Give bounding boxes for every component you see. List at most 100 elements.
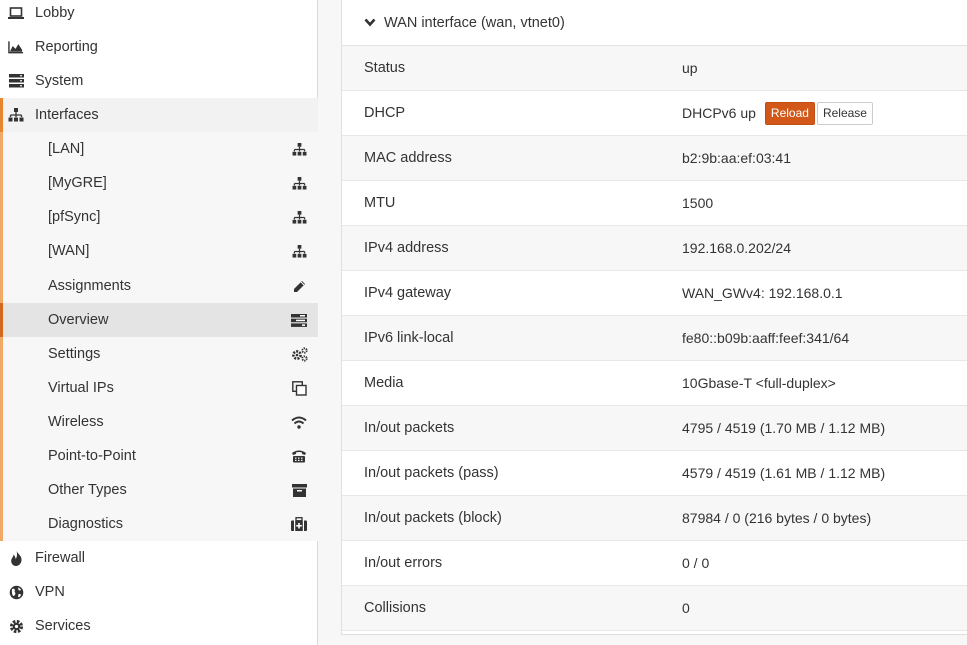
row-value: 4795 / 4519 (1.70 MB / 1.12 MB)	[682, 420, 886, 436]
nav-system-label: System	[35, 73, 84, 89]
row-key: MTU	[364, 195, 396, 211]
nav-services[interactable]: Services	[0, 609, 318, 643]
table-row: IPv4 address 192.168.0.202/24	[342, 226, 967, 271]
table-row: IPv4 gateway WAN_GWv4: 192.168.0.1	[342, 271, 967, 316]
row-key: MAC address	[364, 150, 452, 166]
nav-vpn-label: VPN	[35, 584, 65, 600]
sidebar-item-lan[interactable]: [LAN]	[3, 132, 318, 166]
nav-reporting[interactable]: Reporting	[0, 30, 318, 64]
pencil-icon	[290, 278, 308, 294]
interface-overview-panel: WAN interface (wan, vtnet0) Status up DH…	[341, 0, 967, 635]
nav-interfaces-label: Interfaces	[35, 107, 99, 123]
row-key: DHCP	[364, 105, 406, 121]
area-chart-icon	[8, 39, 24, 55]
row-key: IPv4 address	[364, 240, 449, 256]
sidebar-item-label: Virtual IPs	[48, 380, 114, 396]
sitemap-icon	[290, 243, 308, 259]
cog-icon	[8, 618, 24, 634]
table-row: Media 10Gbase-T <full-duplex>	[342, 361, 967, 406]
interface-details-table: Status up DHCP DHCPv6 up Reload Release …	[342, 46, 967, 631]
table-row: In/out packets (block) 87984 / 0 (216 by…	[342, 496, 967, 541]
chevron-down-icon[interactable]	[364, 18, 376, 27]
sitemap-icon	[290, 175, 308, 191]
sitemap-icon	[290, 209, 308, 225]
interfaces-submenu: [LAN] [MyGRE] [pfSync] [WAN] Assignments	[0, 132, 318, 541]
sidebar-item-wan[interactable]: [WAN]	[3, 234, 318, 268]
row-key: In/out packets	[364, 420, 455, 436]
row-key: Media	[364, 375, 404, 391]
wifi-icon	[290, 414, 308, 430]
nav-lobby[interactable]: Lobby	[0, 0, 318, 30]
table-row: MAC address b2:9b:aa:ef:03:41	[342, 136, 967, 181]
row-value-dhcp: DHCPv6 up Reload Release	[682, 101, 873, 125]
table-row: IPv6 link-local fe80::b09b:aaff:feef:341…	[342, 316, 967, 361]
panel-header[interactable]: WAN interface (wan, vtnet0)	[342, 0, 967, 46]
nav-system[interactable]: System	[0, 64, 318, 98]
reload-button[interactable]: Reload	[764, 101, 815, 125]
row-value: fe80::b09b:aaff:feef:341/64	[682, 330, 850, 346]
sidebar: Lobby Reporting System Interfaces [LAN] …	[0, 0, 318, 645]
sitemap-icon	[8, 107, 24, 123]
laptop-icon	[8, 5, 24, 21]
dhcp-status: DHCPv6 up	[682, 105, 756, 121]
sidebar-item-point-to-point[interactable]: Point-to-Point	[3, 439, 318, 473]
fax-icon	[290, 448, 308, 464]
sidebar-item-virtual-ips[interactable]: Virtual IPs	[3, 371, 318, 405]
panel-title: WAN interface (wan, vtnet0)	[384, 14, 565, 31]
table-row: MTU 1500	[342, 181, 967, 226]
sidebar-item-label: [pfSync]	[48, 209, 101, 225]
nav-lobby-label: Lobby	[35, 5, 75, 21]
sidebar-item-label: Diagnostics	[48, 516, 123, 532]
table-row: Status up	[342, 46, 967, 91]
table-row: In/out errors 0 / 0	[342, 541, 967, 586]
sidebar-item-pfsync[interactable]: [pfSync]	[3, 200, 318, 234]
sidebar-item-label: [LAN]	[48, 141, 85, 157]
globe-icon	[8, 584, 24, 600]
selected-marker	[0, 303, 3, 337]
fire-icon	[8, 550, 24, 566]
sitemap-icon	[290, 141, 308, 157]
table-row: Collisions 0	[342, 586, 967, 631]
row-value: 0	[682, 600, 690, 616]
row-key: In/out errors	[364, 555, 443, 571]
sidebar-item-label: Other Types	[48, 482, 127, 498]
server-icon	[8, 73, 24, 89]
sidebar-item-label: Overview	[48, 312, 109, 328]
row-key: Status	[364, 60, 406, 76]
row-value: 87984 / 0 (216 bytes / 0 bytes)	[682, 510, 872, 526]
tasks-icon	[290, 312, 308, 328]
row-value: WAN_GWv4: 192.168.0.1	[682, 285, 843, 301]
sidebar-item-diagnostics[interactable]: Diagnostics	[3, 507, 318, 541]
table-row: In/out packets (pass) 4579 / 4519 (1.61 …	[342, 451, 967, 496]
table-row: DHCP DHCPv6 up Reload Release	[342, 91, 967, 136]
row-key: In/out packets (pass)	[364, 465, 499, 481]
row-value: 4579 / 4519 (1.61 MB / 1.12 MB)	[682, 465, 886, 481]
row-value: b2:9b:aa:ef:03:41	[682, 150, 791, 166]
nav-firewall[interactable]: Firewall	[0, 541, 318, 575]
sidebar-item-label: [WAN]	[48, 243, 90, 259]
nav-services-label: Services	[35, 618, 91, 634]
row-key: In/out packets (block)	[364, 510, 502, 526]
sidebar-item-overview[interactable]: Overview	[0, 303, 318, 337]
sidebar-item-assignments[interactable]: Assignments	[3, 269, 318, 303]
row-value: 1500	[682, 195, 714, 211]
row-key: IPv6 link-local	[364, 330, 454, 346]
row-key: Collisions	[364, 600, 427, 616]
nav-reporting-label: Reporting	[35, 39, 98, 55]
release-button[interactable]: Release	[816, 101, 873, 125]
sidebar-item-other-types[interactable]: Other Types	[3, 473, 318, 507]
sidebar-item-mygre[interactable]: [MyGRE]	[3, 166, 318, 200]
clone-icon	[290, 380, 308, 396]
sidebar-item-settings[interactable]: Settings	[3, 337, 318, 371]
nav-interfaces[interactable]: Interfaces	[0, 98, 318, 132]
sidebar-item-wireless[interactable]: Wireless	[3, 405, 318, 439]
row-value: 192.168.0.202/24	[682, 240, 791, 256]
sidebar-item-label: Wireless	[48, 414, 104, 430]
sidebar-item-label: Point-to-Point	[48, 448, 136, 464]
archive-icon	[290, 482, 308, 498]
row-value: 0 / 0	[682, 555, 710, 571]
sidebar-item-label: [MyGRE]	[48, 175, 107, 191]
sidebar-item-label: Assignments	[48, 278, 132, 294]
medkit-icon	[290, 516, 308, 532]
nav-vpn[interactable]: VPN	[0, 575, 318, 609]
